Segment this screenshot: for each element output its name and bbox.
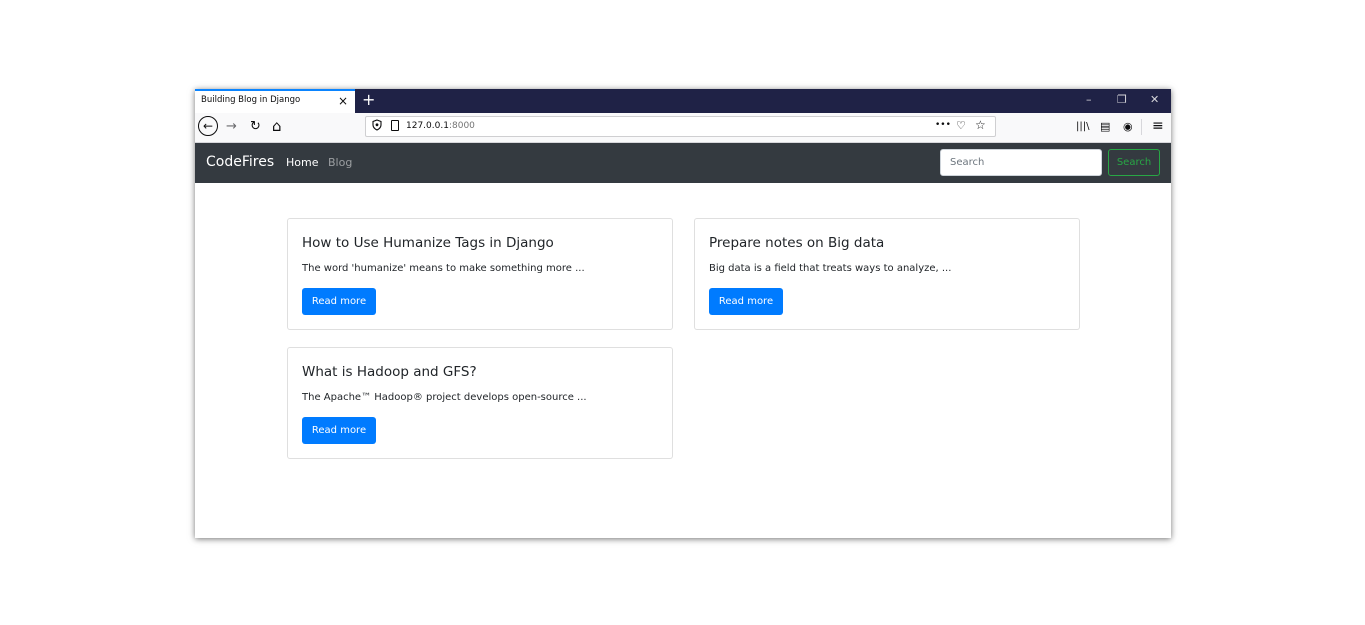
close-window-icon[interactable]: ✕ — [1150, 92, 1159, 108]
sidebar-icon[interactable]: ▤ — [1100, 119, 1110, 135]
account-icon[interactable]: ◉ — [1123, 119, 1133, 135]
post-card: Prepare notes on Big data Big data is a … — [694, 218, 1080, 330]
post-title: What is Hadoop and GFS? — [302, 364, 477, 380]
page-actions-icon[interactable]: ••• — [935, 120, 951, 130]
nav-link-blog[interactable]: Blog — [328, 156, 352, 169]
post-excerpt: The Apache™ Hadoop® project develops ope… — [302, 392, 587, 403]
new-tab-icon[interactable]: + — [362, 90, 375, 110]
forward-arrow-icon[interactable]: → — [226, 119, 237, 135]
post-card: What is Hadoop and GFS? The Apache™ Hado… — [287, 347, 673, 459]
restore-icon[interactable]: ❐ — [1117, 92, 1127, 108]
post-excerpt: Big data is a field that treats ways to … — [709, 263, 952, 274]
site-navbar: CodeFires Home Blog Search — [195, 143, 1171, 183]
back-arrow-icon[interactable]: ← — [198, 116, 218, 136]
search-button[interactable]: Search — [1108, 149, 1160, 176]
read-more-button[interactable]: Read more — [302, 417, 376, 444]
tab-title: Building Blog in Django — [201, 95, 301, 105]
close-tab-icon[interactable]: × — [338, 93, 348, 109]
read-more-button[interactable]: Read more — [302, 288, 376, 315]
pocket-icon[interactable]: ♡ — [956, 119, 966, 132]
home-icon[interactable]: ⌂ — [272, 118, 282, 134]
post-title: How to Use Humanize Tags in Django — [302, 235, 554, 251]
address-bar[interactable]: 127.0.0.1:8000 ••• ♡ ☆ — [365, 116, 996, 137]
post-title: Prepare notes on Big data — [709, 235, 885, 251]
toolbar-separator — [1141, 119, 1142, 135]
nav-link-home[interactable]: Home — [286, 156, 318, 169]
browser-toolbar: ← → ↻ ⌂ 127.0.0.1:8000 ••• ♡ ☆ |||\ ▤ ◉ … — [195, 113, 1171, 143]
search-input[interactable] — [940, 149, 1102, 176]
page-info-icon — [391, 120, 399, 131]
browser-window: Building Blog in Django × + – ❐ ✕ ← → ↻ … — [195, 89, 1171, 538]
tracking-shield-icon — [372, 119, 382, 134]
browser-tab-active[interactable]: Building Blog in Django × — [195, 89, 355, 113]
minimize-icon[interactable]: – — [1086, 92, 1092, 108]
library-icon[interactable]: |||\ — [1076, 119, 1089, 135]
site-brand[interactable]: CodeFires — [206, 154, 274, 170]
post-excerpt: The word 'humanize' means to make someth… — [302, 263, 585, 274]
bookmark-star-icon[interactable]: ☆ — [975, 118, 986, 132]
read-more-button[interactable]: Read more — [709, 288, 783, 315]
url-text: 127.0.0.1:8000 — [406, 121, 475, 131]
post-card: How to Use Humanize Tags in Django The w… — [287, 218, 673, 330]
browser-tab-bar: Building Blog in Django × + – ❐ ✕ — [195, 89, 1171, 113]
menu-icon[interactable]: ≡ — [1152, 118, 1164, 134]
reload-icon[interactable]: ↻ — [250, 119, 261, 135]
